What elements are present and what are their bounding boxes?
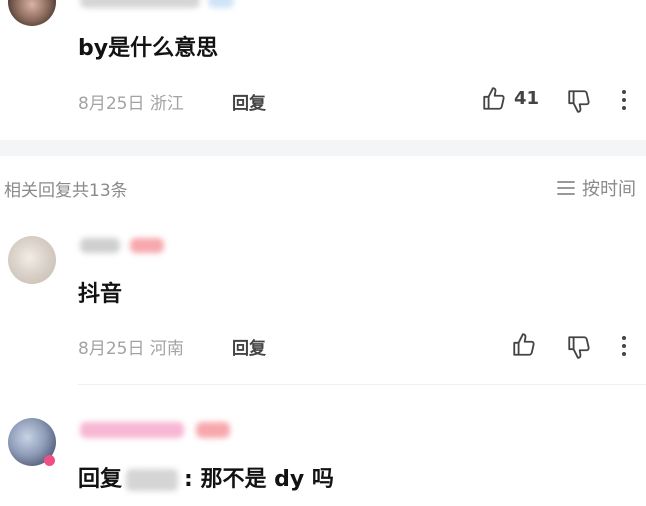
sort-by-time-button[interactable]: 按时间: [556, 175, 636, 201]
reply-prefix: 回复: [78, 467, 123, 492]
username-blurred: [80, 0, 200, 8]
section-separator: [0, 140, 646, 156]
reply-button[interactable]: 回复: [232, 89, 266, 114]
menu-lines-icon: [557, 181, 575, 195]
more-vertical-icon[interactable]: [614, 334, 634, 358]
thumb-down-icon[interactable]: [566, 88, 592, 114]
replies-count-title: 相关回复共13条: [4, 181, 128, 201]
comment-text: 回复 : 那不是 dy 吗: [78, 461, 334, 493]
like-count: 41: [514, 88, 540, 109]
username-blurred: [80, 422, 184, 438]
more-vertical-icon[interactable]: [614, 88, 634, 112]
thumb-down-icon[interactable]: [566, 334, 592, 360]
mentioned-username-blurred: [126, 469, 179, 491]
thumb-up-icon[interactable]: [511, 332, 537, 358]
avatar-status-dot: [44, 455, 55, 466]
comment-text: 抖音: [78, 282, 123, 307]
user-badge-blurred: [208, 0, 234, 8]
reply-button[interactable]: 回复: [232, 334, 266, 359]
thumb-up-icon[interactable]: [481, 86, 507, 112]
user-badge-blurred: [130, 238, 164, 253]
avatar[interactable]: [8, 0, 56, 26]
sort-label: 按时间: [582, 179, 636, 200]
comment-date-location: 8月25日 浙江: [78, 94, 184, 114]
comment-text: by是什么意思: [78, 36, 219, 61]
username-blurred: [80, 238, 120, 253]
user-badge-blurred: [196, 422, 230, 438]
comment-date-location: 8月25日 河南: [78, 339, 184, 359]
reply-text: : 那不是 dy 吗: [184, 467, 334, 492]
avatar[interactable]: [8, 236, 56, 284]
divider: [78, 384, 646, 385]
